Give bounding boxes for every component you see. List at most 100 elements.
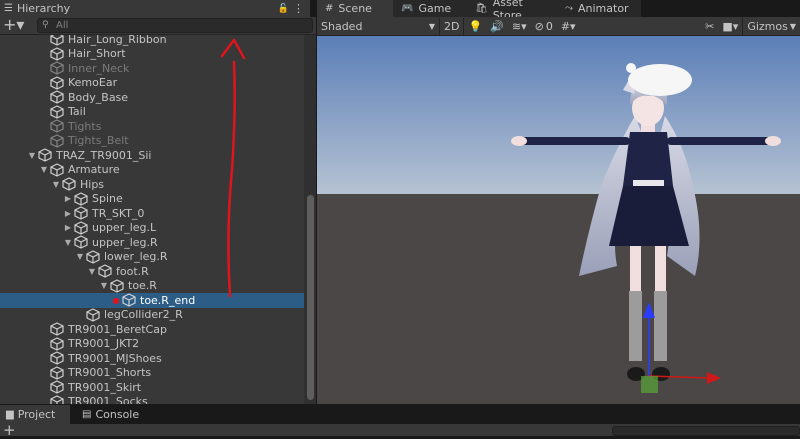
gameobject-cube-icon (50, 337, 64, 351)
audio-toggle[interactable]: 🔊 (486, 18, 508, 35)
hierarchy-row[interactable]: ▼ upper_leg.R (0, 235, 304, 250)
arrow-spacer (38, 352, 50, 364)
hierarchy-row[interactable]: TR9001_Shorts (0, 366, 304, 381)
hierarchy-row-label: lower_leg.R (104, 250, 168, 264)
hierarchy-row[interactable]: ▶ TR_SKT_0 (0, 206, 304, 221)
expand-arrow-icon[interactable]: ▼ (86, 265, 98, 277)
add-asset-button[interactable]: + (3, 421, 16, 439)
hierarchy-row[interactable]: ● toe.R_end (0, 293, 304, 308)
hierarchy-row-label: upper_leg.R (92, 235, 158, 249)
arrow-spacer (38, 367, 50, 379)
hierarchy-row-label: TR_SKT_0 (92, 206, 145, 220)
hierarchy-row[interactable]: TR9001_Skirt (0, 380, 304, 395)
grid-icon: # (325, 3, 334, 14)
expand-arrow-icon[interactable]: ▼ (62, 236, 74, 248)
lock-icon[interactable]: 🔓 (278, 4, 289, 14)
arrow-spacer (38, 62, 50, 74)
hierarchy-row[interactable]: TR9001_MJShoes (0, 351, 304, 366)
hierarchy-row-label: Tights (68, 119, 102, 133)
expand-arrow-icon[interactable]: ▼ (98, 280, 110, 292)
hierarchy-search-input[interactable]: ⚲ All (37, 18, 313, 33)
hierarchy-row[interactable]: ▼ toe.R (0, 279, 304, 294)
hierarchy-row[interactable]: ▶ Spine (0, 192, 304, 207)
gameobject-cube-icon (50, 90, 64, 104)
expand-arrow-icon[interactable]: ▼ (50, 178, 62, 190)
tab-hierarchy[interactable]: ☰ Hierarchy 🔓 ⋮ (0, 0, 310, 17)
expand-arrow-icon[interactable]: ▼ (26, 149, 38, 161)
hierarchy-row[interactable]: ▼ lower_leg.R (0, 250, 304, 265)
gamepad-icon: 🎮 (401, 3, 414, 14)
tab-hierarchy-label: Hierarchy (16, 2, 71, 15)
arrow-spacer (38, 323, 50, 335)
hierarchy-row-label: Tail (68, 105, 86, 119)
2d-toggle-button[interactable]: 2D (439, 17, 465, 35)
hierarchy-row[interactable]: ▼ Hips (0, 177, 304, 192)
2d-toggle-label: 2D (444, 19, 460, 33)
hierarchy-row[interactable]: Tail (0, 105, 304, 120)
hierarchy-row[interactable]: ▼ Armature (0, 163, 304, 178)
lighting-toggle[interactable]: 💡 (464, 18, 486, 35)
hierarchy-row-label: Hair_Short (68, 47, 126, 61)
hierarchy-row[interactable]: Tights (0, 119, 304, 134)
hierarchy-row[interactable]: Tights_Belt (0, 134, 304, 149)
scrollbar-thumb[interactable] (307, 195, 314, 400)
hierarchy-row-label: Spine (92, 192, 123, 206)
project-search-input[interactable] (612, 426, 800, 436)
hierarchy-row[interactable]: ▼ TRAZ_TR9001_Sii (0, 148, 304, 163)
add-object-button[interactable]: +▾ (3, 17, 29, 34)
hierarchy-row[interactable]: ▶ upper_leg.L (0, 221, 304, 236)
tools-button[interactable]: ✂ (701, 18, 718, 35)
hidden-count: 0 (545, 19, 553, 33)
tab-console[interactable]: ▤ Console (76, 405, 146, 424)
hierarchy-row-label: Armature (68, 163, 120, 177)
hierarchy-row[interactable]: KemoEar (0, 76, 304, 91)
tab-game-label: Game (418, 2, 452, 15)
tab-console-label: Console (95, 408, 140, 421)
hierarchy-row[interactable]: TR9001_Socks (0, 395, 304, 404)
hierarchy-scrollbar[interactable] (304, 35, 316, 404)
hierarchy-row[interactable]: ▼ foot.R (0, 264, 304, 279)
tab-asset-store[interactable]: 🛍 Asset Store (467, 0, 557, 22)
gameobject-cube-icon (110, 279, 124, 293)
gameobject-cube-icon (86, 308, 100, 322)
gameobject-cube-icon (74, 192, 88, 206)
gizmos-dropdown[interactable]: Gizmos ▼ (742, 17, 800, 35)
hierarchy-row[interactable]: Body_Base (0, 90, 304, 105)
grid-snap-dropdown[interactable]: #▾ (557, 18, 580, 35)
z-axis-handle (641, 376, 658, 393)
camera-dropdown[interactable]: ■▾ (718, 18, 742, 35)
lightbulb-icon: 💡 (468, 19, 483, 33)
gameobject-cube-icon (122, 293, 136, 307)
hierarchy-row[interactable]: Inner_Neck (0, 61, 304, 76)
tab-animator[interactable]: ⤳ Animator (557, 0, 641, 17)
hierarchy-row-label: toe.R_end (140, 293, 196, 307)
animator-icon: ⤳ (565, 3, 573, 14)
hierarchy-row-label: Hips (80, 177, 105, 191)
expand-arrow-icon[interactable]: ▼ (74, 251, 86, 263)
hierarchy-row[interactable]: legCollider2_R (0, 308, 304, 323)
draw-mode-dropdown[interactable]: Shaded ▼ (317, 18, 439, 35)
gameobject-cube-icon (50, 61, 64, 75)
effects-dropdown[interactable]: ≋▾ (508, 18, 531, 35)
collapse-arrow-icon[interactable]: ▶ (62, 193, 74, 205)
arrow-spacer (74, 309, 86, 321)
hierarchy-row[interactable]: TR9001_JKT2 (0, 337, 304, 352)
tab-scene[interactable]: # Scene (317, 0, 393, 17)
expand-arrow-icon[interactable]: ▼ (38, 164, 50, 176)
hierarchy-row-label: TR9001_BeretCap (68, 322, 167, 336)
hierarchy-row[interactable]: TR9001_BeretCap (0, 322, 304, 337)
search-icon: ⚲ (42, 20, 49, 30)
collapse-arrow-icon[interactable]: ▶ (62, 222, 74, 234)
tab-game[interactable]: 🎮 Game (393, 0, 467, 17)
arrow-spacer (38, 106, 50, 118)
scene-panel: # Scene 🎮 Game 🛍 Asset Store ⤳ Animator … (317, 0, 800, 404)
hierarchy-row[interactable]: Hair_Short (0, 47, 304, 62)
collapse-arrow-icon[interactable]: ▶ (62, 207, 74, 219)
scene-canvas[interactable] (317, 36, 800, 404)
tab-scene-label: Scene (338, 2, 372, 15)
kebab-menu-icon[interactable]: ⋮ (293, 2, 304, 15)
scene-visibility-toggle[interactable]: ⊘ 0 (531, 18, 557, 35)
scene-viewport[interactable] (317, 36, 800, 404)
gameobject-cube-icon (50, 351, 64, 365)
hierarchy-row[interactable]: Hair_Long_Ribbon (0, 35, 304, 47)
